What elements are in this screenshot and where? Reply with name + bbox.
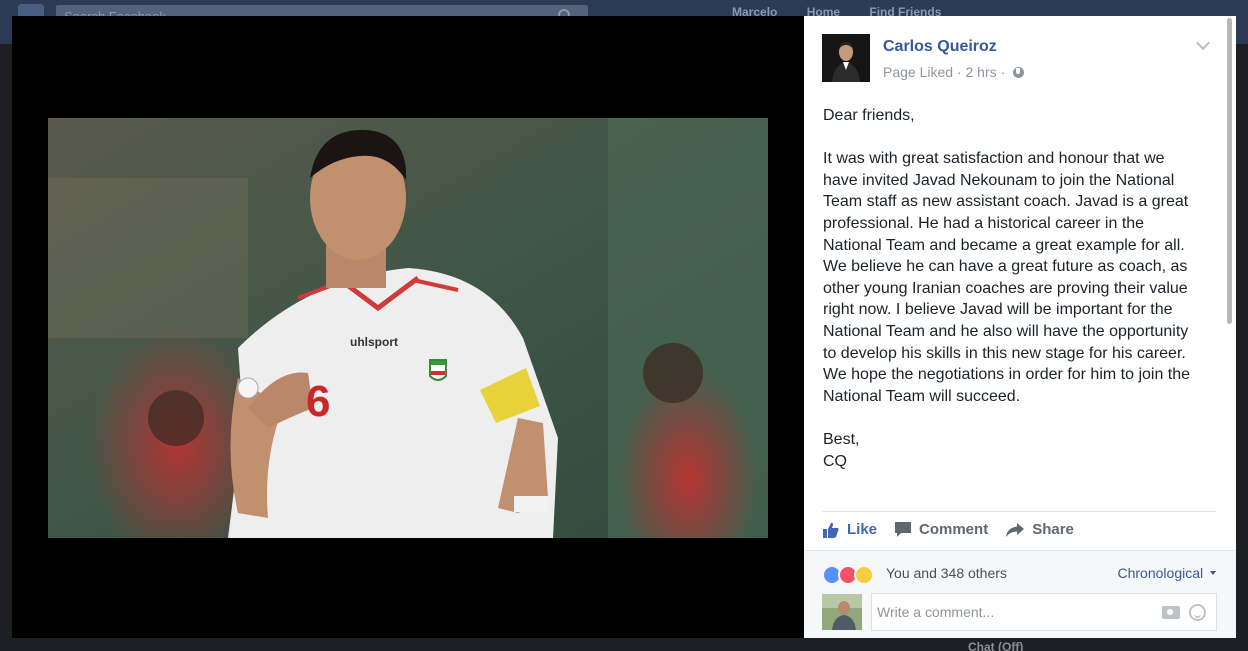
- post-line: right now. I believe Javad will be impor…: [823, 301, 1173, 319]
- comment-label: Comment: [919, 521, 989, 538]
- post-line: National Team and became a great example…: [823, 236, 1185, 254]
- post-body: Dear friends, It was with great satisfac…: [823, 105, 1219, 472]
- jersey-brand: uhlsport: [350, 335, 398, 349]
- post-closing-line: Best,: [823, 430, 860, 448]
- post-actions: Like Comment Share: [823, 521, 1092, 538]
- wow-reaction-icon: [854, 565, 874, 585]
- post-panel: Carlos Queiroz Page Liked · 2 hrs · Dear…: [804, 16, 1236, 638]
- panel-scrollbar[interactable]: [1227, 18, 1232, 324]
- comment-icon: [895, 522, 912, 537]
- post-photo[interactable]: 6 uhlsport: [48, 118, 768, 538]
- post-line: It was with great satisfaction and honou…: [823, 150, 1165, 168]
- post-meta: Page Liked · 2 hrs ·: [883, 64, 1025, 80]
- post-signature: CQ: [823, 452, 847, 470]
- comment-sort-label: Chronological: [1117, 565, 1204, 581]
- comment-sort-dropdown[interactable]: Chronological: [1118, 565, 1217, 581]
- share-icon: [1006, 522, 1025, 537]
- like-button[interactable]: Like: [823, 521, 877, 538]
- globe-icon[interactable]: [1013, 67, 1025, 78]
- jersey-number: 6: [306, 377, 330, 426]
- comment-button[interactable]: Comment: [895, 521, 988, 538]
- author-avatar[interactable]: [822, 34, 870, 82]
- share-label: Share: [1032, 521, 1074, 538]
- commenter-avatar[interactable]: [822, 594, 862, 630]
- post-line: We hope the negotiations in order for hi…: [823, 366, 1191, 384]
- post-line: National Team and he also will have the …: [823, 322, 1189, 340]
- post-author[interactable]: Carlos Queiroz: [883, 38, 997, 56]
- post-line: other young Iranian coaches are proving …: [823, 279, 1188, 297]
- chat-sidebar-label[interactable]: Chat (Off): [968, 640, 1023, 651]
- like-icon: [823, 522, 839, 538]
- post-greeting: Dear friends,: [823, 107, 915, 124]
- photo-theater: 6 uhlsport: [12, 16, 804, 638]
- share-button[interactable]: Share: [1006, 521, 1074, 538]
- post-line: have invited Javad Nekounam to join the …: [823, 171, 1175, 189]
- post-paragraph: It was with great satisfaction and honou…: [823, 148, 1219, 407]
- like-label: Like: [847, 521, 878, 538]
- reaction-count[interactable]: You and 348 others: [886, 565, 1007, 581]
- post-line: Team staff as new assistant coach. Javad…: [823, 193, 1189, 211]
- camera-icon[interactable]: [1162, 606, 1180, 619]
- comment-box: [871, 593, 1217, 631]
- post-line: professional. He had a historical career…: [823, 214, 1145, 232]
- reactions-area: You and 348 others Chronological: [804, 550, 1236, 638]
- post-line: We believe he can have a great future as…: [823, 258, 1188, 276]
- smiley-icon[interactable]: [1189, 604, 1206, 621]
- post-line: to develop his skills in this new stage …: [823, 344, 1186, 362]
- post-line: National Team will succeed.: [823, 387, 1021, 405]
- post-meta-text: Page Liked · 2 hrs ·: [883, 64, 1006, 80]
- post-closing: Best, CQ: [823, 429, 1219, 472]
- reaction-icons[interactable]: [822, 565, 874, 585]
- chevron-down-icon[interactable]: [1195, 35, 1211, 51]
- actions-divider: [822, 511, 1216, 512]
